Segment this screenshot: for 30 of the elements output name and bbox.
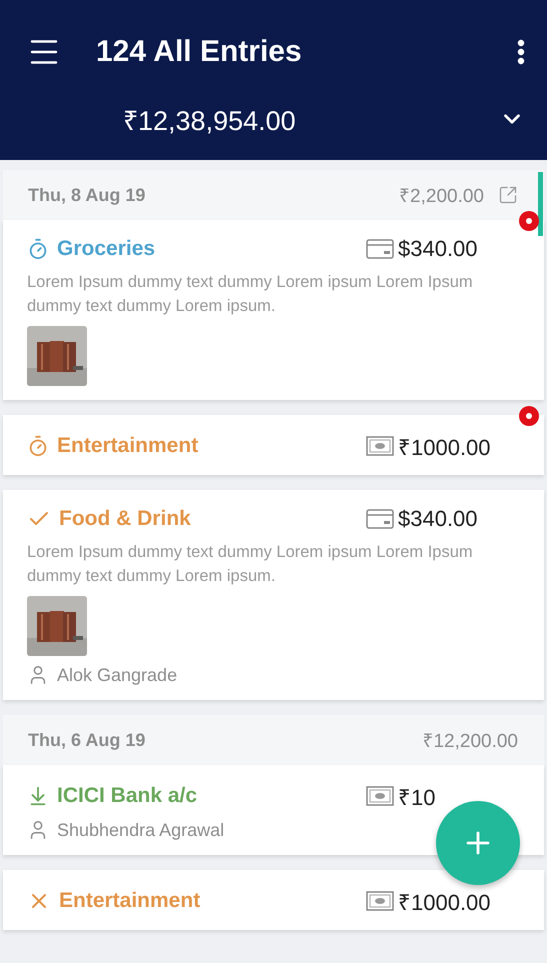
scrollbar bbox=[538, 172, 543, 236]
entry-amount: $340.00 bbox=[398, 506, 479, 532]
entry-amount: ₹1000.00 bbox=[398, 434, 492, 461]
day-total: ₹2,200.00 bbox=[399, 185, 484, 208]
entry-title: Entertainment bbox=[59, 889, 202, 913]
entry-title: Groceries bbox=[57, 237, 156, 261]
entry-title: Entertainment bbox=[57, 434, 200, 458]
entry-card[interactable]: Food & Drink $340.00 Lorem Ipsum dummy text dummy Lorem ipsum Lorem Ipsum dummy text dummy Lorem ipsum. Alok Gangrade bbox=[3, 490, 544, 700]
total-amount: ₹12,38,954.00 bbox=[123, 104, 297, 138]
person-name: Shubhendra Agrawal bbox=[57, 820, 224, 840]
date-label: Thu, 6 Aug 19 bbox=[28, 730, 146, 750]
entry-amount: ₹10 bbox=[398, 784, 436, 811]
entry-card[interactable]: Entertainment ₹1000.00 bbox=[3, 415, 544, 475]
date-label: Thu, 8 Aug 19 bbox=[28, 184, 146, 206]
external-link-button[interactable] bbox=[498, 185, 518, 205]
entry-description: Lorem Ipsum dummy text dummy Lorem ipsum Lorem Ipsum dummy text dummy Lorem ipsum. bbox=[27, 542, 474, 587]
entry-title: Food & Drink bbox=[59, 507, 192, 531]
external-link-icon bbox=[498, 185, 518, 205]
entry-card[interactable]: ICICI Bank a/c ₹10 Shubhendra Agrawal bbox=[3, 765, 544, 855]
entry-title: ICICI Bank a/c bbox=[57, 784, 198, 808]
person-name: Alok Gangrade bbox=[57, 664, 178, 686]
entry-description: Lorem Ipsum dummy text dummy Lorem ipsum Lorem Ipsum dummy text dummy Lorem ipsum. bbox=[27, 272, 474, 317]
page-title: 124 All Entries bbox=[96, 35, 303, 69]
entry-card[interactable]: Entertainment ₹1000.00 bbox=[3, 870, 544, 930]
more-button[interactable] bbox=[517, 39, 525, 65]
entry-card[interactable]: Groceries $340.00 Lorem Ipsum dummy text dummy Lorem ipsum Lorem Ipsum dummy text dummy Lorem ipsum. bbox=[3, 220, 544, 400]
more-icon bbox=[517, 39, 525, 65]
day-total: ₹12,200.00 bbox=[422, 730, 518, 753]
entry-amount: ₹1000.00 bbox=[398, 889, 492, 916]
entry-amount: $340.00 bbox=[398, 236, 479, 262]
